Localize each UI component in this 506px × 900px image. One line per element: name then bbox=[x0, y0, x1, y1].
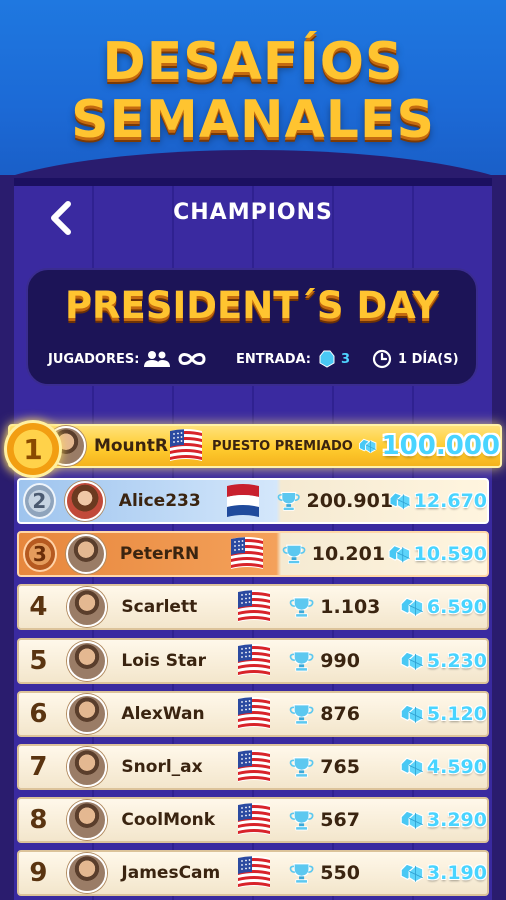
duration-info: 1 DÍA(S) bbox=[372, 348, 459, 370]
gold-medal-icon: 1 bbox=[4, 420, 62, 478]
trophy-icon bbox=[277, 490, 300, 512]
player-reward: 4.590 bbox=[426, 756, 487, 778]
promo-title-line1: DESAFÍOS bbox=[102, 32, 404, 92]
avatar bbox=[67, 587, 108, 627]
avatar bbox=[65, 534, 106, 574]
us-flag-icon bbox=[236, 748, 272, 786]
trophy-icon bbox=[289, 703, 314, 725]
us-flag-icon bbox=[236, 801, 272, 839]
prize-amount: 100.000 bbox=[381, 431, 500, 461]
player-name: AlexWan bbox=[121, 704, 205, 724]
prize-label: PUESTO PREMIADO bbox=[211, 438, 353, 454]
entry-info: ENTRADA: 3 bbox=[236, 348, 350, 370]
gem-icon bbox=[319, 350, 335, 368]
player-reward: 3.290 bbox=[426, 809, 487, 831]
players-label: JUGADORES: bbox=[48, 351, 140, 367]
bronze-medal-icon: 3 bbox=[23, 536, 57, 572]
entry-label: ENTRADA: bbox=[236, 351, 311, 367]
leaderboard-row-6[interactable]: 6 AlexWan 876 5.120 bbox=[17, 691, 489, 737]
player-reward: 5.120 bbox=[426, 703, 487, 725]
event-card: PRESIDENT´S DAY JUGADORES: ENTRADA: 3 1 … bbox=[26, 268, 478, 386]
users-icon bbox=[144, 351, 171, 367]
leaderboard-row-3[interactable]: 3 PeterRN 10.201 10.590 bbox=[17, 531, 489, 577]
event-title: PRESIDENT´S DAY bbox=[64, 284, 440, 327]
player-reward: 10.590 bbox=[413, 543, 487, 565]
avatar bbox=[67, 800, 108, 840]
player-name: MountR bbox=[93, 436, 168, 456]
gems-icon bbox=[398, 595, 425, 619]
player-name: Lois Star bbox=[121, 651, 207, 671]
player-score: 567 bbox=[320, 809, 360, 831]
gems-icon bbox=[398, 808, 425, 832]
gems-icon bbox=[387, 489, 412, 513]
player-score: 765 bbox=[320, 756, 360, 778]
us-flag-icon bbox=[236, 854, 272, 892]
rank-number: 8 bbox=[29, 805, 48, 835]
us-flag-icon bbox=[168, 427, 204, 465]
gems-icon bbox=[398, 702, 425, 726]
rank-number: 4 bbox=[29, 592, 48, 622]
player-reward: 5.230 bbox=[426, 650, 487, 672]
player-score: 1.103 bbox=[320, 596, 381, 618]
player-score: 200.901 bbox=[306, 490, 394, 512]
rank-number: 7 bbox=[29, 752, 48, 782]
avatar bbox=[67, 853, 108, 893]
leaderboard-row-4[interactable]: 4 Scarlett 1.103 6.590 bbox=[17, 584, 489, 630]
leaderboard-row-9[interactable]: 9 JamesCam 550 3.190 bbox=[17, 850, 489, 896]
rank-number: 5 bbox=[29, 646, 48, 676]
infinity-icon bbox=[178, 353, 206, 365]
us-flag-icon bbox=[236, 588, 272, 626]
player-reward: 12.670 bbox=[413, 490, 488, 512]
rank-number: 1 bbox=[23, 432, 43, 466]
avatar bbox=[67, 641, 108, 681]
avatar bbox=[67, 747, 108, 787]
trophy-icon bbox=[289, 862, 314, 884]
player-name: Alice233 bbox=[118, 491, 201, 511]
gems-icon bbox=[386, 542, 412, 566]
rank-number: 6 bbox=[29, 699, 48, 729]
gems-icon bbox=[398, 649, 425, 673]
avatar bbox=[64, 481, 105, 521]
us-flag-icon bbox=[229, 535, 265, 573]
trophy-icon bbox=[289, 809, 314, 831]
leaderboard-row-5[interactable]: 5 Lois Star 990 5.230 bbox=[17, 638, 489, 684]
leaderboard-row-8[interactable]: 8 CoolMonk 567 3.290 bbox=[17, 797, 489, 843]
entry-cost: 3 bbox=[341, 351, 351, 367]
duration-value: 1 DÍA(S) bbox=[398, 351, 459, 367]
player-name: Snorl_ax bbox=[121, 757, 203, 777]
nl-flag-icon bbox=[225, 482, 261, 520]
player-score: 990 bbox=[320, 650, 360, 672]
clock-icon bbox=[372, 349, 392, 369]
trophy-icon bbox=[289, 756, 314, 778]
player-name: CoolMonk bbox=[121, 810, 216, 830]
player-name: PeterRN bbox=[119, 544, 200, 564]
player-score: 876 bbox=[320, 703, 360, 725]
page-title: CHAMPIONS bbox=[173, 200, 333, 225]
player-reward: 6.590 bbox=[426, 596, 487, 618]
avatar bbox=[67, 694, 108, 734]
gems-icon bbox=[357, 433, 378, 459]
trophy-icon bbox=[289, 596, 314, 618]
us-flag-icon bbox=[236, 642, 272, 680]
leaderboard-row-1[interactable]: 1 MountR PUESTO PREMIADO 100.000 bbox=[4, 420, 502, 478]
player-score: 10.201 bbox=[311, 543, 386, 565]
rank-number: 2 bbox=[32, 489, 47, 513]
rank-number: 3 bbox=[32, 542, 47, 566]
player-name: JamesCam bbox=[121, 863, 221, 883]
gems-icon bbox=[398, 861, 425, 885]
trophy-icon bbox=[289, 650, 314, 672]
leaderboard-row-2[interactable]: 2 Alice233 200.901 12.670 bbox=[17, 478, 489, 524]
us-flag-icon bbox=[236, 695, 272, 733]
leaderboard-row-7[interactable]: 7 Snorl_ax 765 4.590 bbox=[17, 744, 489, 790]
players-info: JUGADORES: bbox=[48, 348, 209, 370]
gems-icon bbox=[398, 755, 425, 779]
player-score: 550 bbox=[320, 862, 360, 884]
promo-banner: DESAFÍOS SEMANALES bbox=[0, 0, 506, 175]
promo-title-line2: SEMANALES bbox=[71, 90, 435, 150]
player-name: Scarlett bbox=[121, 597, 198, 617]
rank-number: 9 bbox=[29, 858, 48, 888]
trophy-icon bbox=[282, 543, 306, 565]
player-reward: 3.190 bbox=[426, 862, 487, 884]
silver-medal-icon: 2 bbox=[23, 483, 56, 519]
